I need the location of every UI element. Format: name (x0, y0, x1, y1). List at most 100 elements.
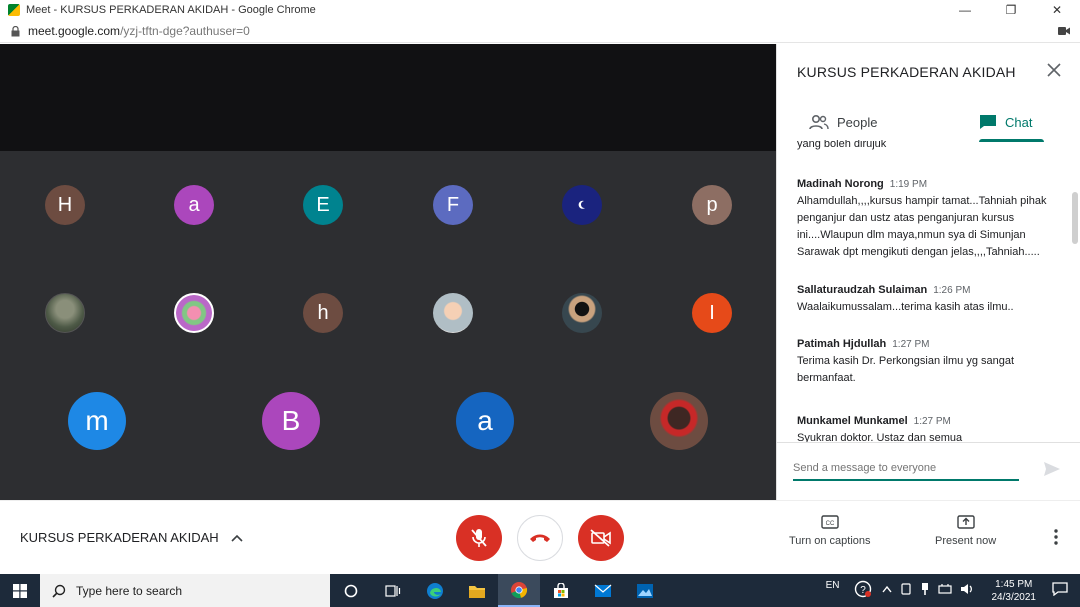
participant-avatar[interactable]: p (692, 185, 732, 225)
meet-favicon-icon (8, 4, 20, 16)
taskbar-clock[interactable]: 1:45 PM 24/3/2021 (982, 578, 1047, 604)
avatar-initial: a (188, 193, 200, 216)
chat-message: Madinah Norong 1:19 PM Alhamdullah,,,,kur… (797, 176, 1063, 261)
message-time: 1:27 PM (892, 339, 930, 350)
participant-avatar[interactable]: H (45, 185, 85, 225)
participant-avatar[interactable]: B (262, 392, 320, 450)
side-panel: KURSUS PERKADERAN AKIDAH People Chat yan… (776, 44, 1080, 500)
chat-message-input[interactable] (793, 457, 1019, 481)
clock-date: 24/3/2021 (991, 591, 1037, 603)
windows-taskbar: Type here to search EN ? 1:45 PM 24/3/20… (0, 574, 1080, 607)
url-path[interactable]: /yzj-tftn-dge?authuser=0 (120, 24, 250, 38)
camera-toggle-button[interactable] (578, 515, 624, 561)
network-icon[interactable] (937, 583, 952, 598)
windows-logo-icon (13, 583, 27, 598)
task-view-icon (385, 584, 401, 597)
chat-message: yang boleh dirujuk (797, 140, 1063, 153)
captions-button[interactable]: CC Turn on captions (789, 515, 871, 547)
panel-title: KURSUS PERKADERAN AKIDAH (797, 64, 1016, 80)
notifications-icon[interactable] (1052, 582, 1068, 599)
minimize-icon[interactable]: — (942, 0, 988, 20)
participant-avatar[interactable]: I (692, 293, 732, 333)
photos-icon (637, 583, 653, 598)
message-text: yang boleh dirujuk (797, 140, 887, 150)
chrome-taskbar-button[interactable] (498, 574, 540, 607)
present-screen-icon (956, 515, 975, 529)
avatar-initial: B (281, 405, 301, 436)
avatar-initial: H (57, 193, 73, 216)
captions-label: Turn on captions (789, 535, 871, 547)
start-button[interactable] (0, 574, 40, 607)
address-bar[interactable]: meet.google.com/yzj-tftn-dge?authuser=0 (0, 20, 1080, 43)
participant-avatar[interactable]: a (456, 392, 514, 450)
help-icon[interactable]: ? (854, 580, 872, 601)
participant-avatar[interactable]: h (303, 293, 343, 333)
chevron-up-icon[interactable] (881, 585, 892, 596)
participant-avatar[interactable]: E (303, 185, 343, 225)
message-sender: Madinah Norong (797, 178, 884, 190)
send-button[interactable] (1043, 461, 1061, 482)
participant-avatar-photo[interactable] (433, 293, 473, 333)
participant-avatar[interactable]: F (433, 185, 473, 225)
present-label: Present now (935, 535, 997, 547)
tab-chat[interactable]: Chat (979, 104, 1045, 142)
tab-chat-label: Chat (1005, 114, 1033, 130)
leave-call-button[interactable] (517, 515, 563, 561)
usb-device-icon[interactable] (920, 582, 930, 599)
message-sender: Patimah Hjdullah (797, 338, 887, 350)
message-text: Terima kasih Dr. Perkongsian ilmu yg san… (797, 355, 1015, 384)
camera-off-icon (590, 529, 611, 547)
tab-people[interactable]: People (809, 104, 877, 140)
mail-taskbar-button[interactable] (582, 574, 624, 607)
participant-avatar[interactable] (562, 185, 602, 225)
close-window-icon[interactable]: ✕ (1034, 0, 1080, 20)
store-bag-icon (554, 582, 568, 598)
photos-taskbar-button[interactable] (624, 574, 666, 607)
camera-in-use-icon[interactable] (1058, 25, 1070, 39)
tray-app-icon[interactable] (900, 583, 912, 598)
avatar-initial: a (477, 405, 493, 436)
avatar-photo-icon (578, 200, 585, 209)
presenter-strip (0, 44, 776, 151)
more-options-button[interactable] (1054, 529, 1058, 550)
chat-scrollbar[interactable] (1072, 192, 1078, 244)
participant-avatar-photo[interactable] (174, 293, 214, 333)
participant-grid: H a E F p h I m B a (0, 151, 776, 519)
chat-message-list[interactable]: yang boleh dirujuk Madinah Norong 1:19 PM… (777, 140, 1080, 442)
chevron-up-icon (231, 534, 243, 542)
meeting-details-button[interactable]: KURSUS PERKADERAN AKIDAH (20, 530, 243, 545)
close-panel-button[interactable] (1044, 60, 1064, 80)
edge-icon (427, 582, 443, 599)
restore-icon[interactable]: ❐ (988, 0, 1034, 20)
folder-icon (469, 585, 485, 598)
message-sender: Munkamel Munkamel (797, 415, 908, 427)
store-taskbar-button[interactable] (540, 574, 582, 607)
participant-avatar-photo[interactable] (562, 293, 602, 333)
cortana-icon (344, 584, 358, 597)
edge-taskbar-button[interactable] (414, 574, 456, 607)
close-icon (1047, 63, 1061, 77)
avatar-initial: m (85, 405, 109, 436)
system-tray: EN ? 1:45 PM 24/3/2021 (826, 574, 1080, 607)
participant-avatar[interactable]: m (68, 392, 126, 450)
participant-avatar-photo[interactable] (650, 392, 708, 450)
avatar-initial: h (317, 301, 329, 324)
taskbar-search-box[interactable]: Type here to search (40, 574, 330, 607)
volume-icon[interactable] (960, 583, 974, 598)
message-time: 1:26 PM (933, 285, 971, 296)
input-language[interactable]: EN (826, 580, 840, 591)
meeting-name: KURSUS PERKADERAN AKIDAH (20, 530, 219, 545)
video-stage: H a E F p h I m B a (0, 44, 776, 519)
file-explorer-button[interactable] (456, 574, 498, 607)
task-view-button[interactable] (372, 574, 414, 607)
microphone-toggle-button[interactable] (456, 515, 502, 561)
participant-avatar-photo[interactable] (45, 293, 85, 333)
avatar-initial: E (316, 193, 330, 216)
chat-composer (777, 442, 1080, 500)
url-host[interactable]: meet.google.com (28, 24, 120, 38)
svg-text:CC: CC (825, 521, 834, 527)
cortana-button[interactable] (330, 574, 372, 607)
present-now-button[interactable]: Present now (935, 515, 996, 547)
participant-avatar[interactable]: a (174, 185, 214, 225)
lock-icon[interactable] (10, 25, 20, 36)
